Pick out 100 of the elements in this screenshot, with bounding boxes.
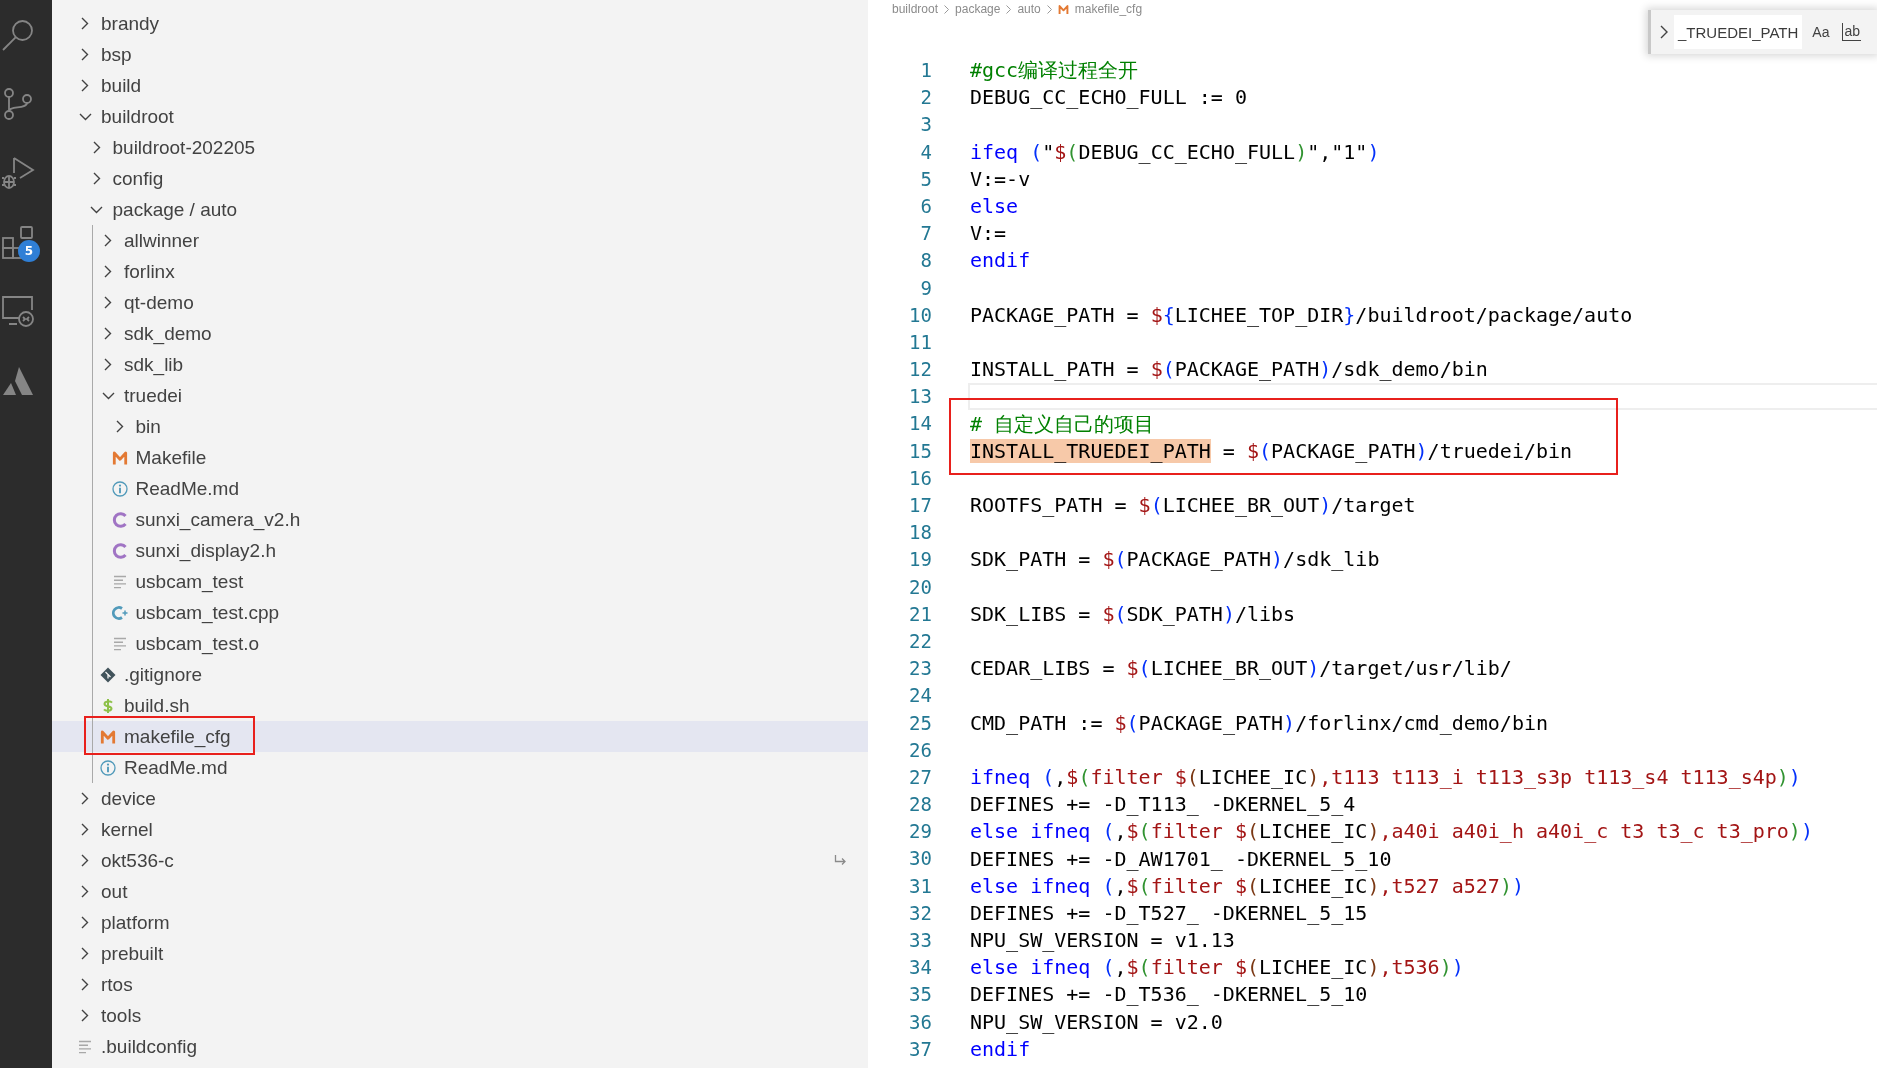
folder-item[interactable]: kernel bbox=[52, 814, 868, 845]
code-line: else bbox=[970, 195, 1019, 219]
line-number: 25 bbox=[908, 710, 932, 736]
file-item[interactable]: usbcam_test bbox=[52, 566, 868, 597]
chevron-right-icon[interactable] bbox=[81, 916, 89, 929]
chevron-right-icon[interactable] bbox=[104, 358, 112, 371]
letter-c-icon bbox=[111, 542, 128, 559]
line-number: 9 bbox=[919, 275, 932, 301]
chevron-right-icon bbox=[944, 4, 950, 14]
line-number: 28 bbox=[908, 792, 932, 818]
line-number: 24 bbox=[908, 683, 932, 709]
chevron-right-icon[interactable] bbox=[81, 48, 89, 61]
line-number: 17 bbox=[908, 493, 932, 518]
letter-c-icon bbox=[111, 511, 128, 528]
chevron-right-icon[interactable] bbox=[81, 854, 89, 867]
file-item[interactable]: sunxi_camera_v2.h bbox=[52, 504, 868, 535]
line-number: 12 bbox=[908, 357, 932, 383]
find-input[interactable]: _TRUEDEI_PATH bbox=[1674, 15, 1803, 49]
chevron-right-icon[interactable] bbox=[104, 327, 112, 340]
breadcrumb-item[interactable]: package bbox=[955, 2, 1001, 16]
folder-item[interactable]: brandy bbox=[52, 8, 868, 39]
folder-item[interactable]: allwinner bbox=[52, 225, 868, 256]
branch-icon[interactable] bbox=[1, 86, 35, 121]
code-line: INSTALL_TRUEDEI_PATH = $(PACKAGE_PATH)/truedei/bin bbox=[970, 439, 1573, 463]
breadcrumb-item[interactable]: makefile_cfg bbox=[1074, 2, 1143, 16]
file-item[interactable]: ReadMe.md bbox=[52, 752, 868, 783]
folder-item[interactable]: bin bbox=[52, 411, 868, 442]
line-number: 34 bbox=[908, 955, 932, 981]
chevron-right-icon[interactable] bbox=[81, 792, 89, 805]
code-line: # 自定义自己的项目 bbox=[970, 412, 1155, 436]
folder-item[interactable]: bsp bbox=[52, 39, 868, 70]
folder-item[interactable]: forlinx bbox=[52, 256, 868, 287]
file-item[interactable]: .buildconfig bbox=[52, 1031, 868, 1062]
line-number: 35 bbox=[908, 982, 932, 1008]
diamond-icon bbox=[100, 666, 116, 683]
chevron-right-icon[interactable] bbox=[1660, 25, 1668, 39]
chevron-right-icon[interactable] bbox=[81, 1009, 89, 1022]
folder-item[interactable]: qt-demo bbox=[52, 287, 868, 318]
code-line: INSTALL_PATH = $(PACKAGE_PATH)/sdk_demo/bin bbox=[970, 358, 1488, 382]
folder-item[interactable]: out bbox=[52, 876, 868, 907]
code-line: V:=-v bbox=[970, 167, 1031, 191]
folder-item[interactable]: rtos bbox=[52, 969, 868, 1000]
chevron-right-icon[interactable] bbox=[81, 885, 89, 898]
chevron-right-icon[interactable] bbox=[92, 141, 101, 154]
chevron-right-icon[interactable] bbox=[81, 17, 89, 30]
chevron-right-icon[interactable] bbox=[115, 420, 124, 433]
folder-item[interactable]: okt536-c bbox=[52, 845, 868, 876]
chevron-right-icon[interactable] bbox=[104, 296, 112, 309]
line-number: 16 bbox=[908, 465, 932, 491]
folder-item[interactable]: device bbox=[52, 783, 868, 814]
chevron-right-icon[interactable] bbox=[104, 265, 112, 278]
folder-item[interactable]: sdk_lib bbox=[52, 349, 868, 380]
line-number: 7 bbox=[919, 221, 932, 247]
file-item[interactable]: usbcam_test.o bbox=[52, 628, 868, 659]
chevron-right-icon[interactable] bbox=[92, 172, 101, 185]
match-case-toggle[interactable]: Aa bbox=[1808, 20, 1834, 44]
blocks-icon[interactable] bbox=[1, 224, 35, 259]
folder-item[interactable]: tools bbox=[52, 1000, 868, 1031]
line-number: 8 bbox=[919, 248, 932, 274]
monitor-icon[interactable] bbox=[1, 293, 35, 328]
breadcrumb-item[interactable]: buildroot bbox=[892, 2, 939, 16]
chevron-right-icon[interactable] bbox=[81, 823, 89, 836]
search-icon[interactable] bbox=[1, 17, 35, 52]
text-lines-icon bbox=[111, 573, 128, 590]
line-number: 22 bbox=[908, 628, 932, 654]
file-item[interactable]: .gitignore bbox=[52, 659, 868, 690]
chevron-right-icon[interactable] bbox=[81, 947, 89, 960]
chevron-down-icon[interactable] bbox=[78, 112, 92, 121]
whole-word-toggle[interactable]: ab bbox=[1839, 20, 1864, 44]
chevron-right-icon[interactable] bbox=[81, 79, 89, 92]
folder-item[interactable]: prebuilt bbox=[52, 938, 868, 969]
folder-item[interactable]: sdk_demo bbox=[52, 318, 868, 349]
letter-m-icon bbox=[111, 449, 128, 466]
folder-item[interactable]: platform bbox=[52, 907, 868, 938]
line-number: 3 bbox=[919, 112, 932, 138]
file-item[interactable]: ReadMe.md bbox=[52, 473, 868, 504]
code-line: DEFINES += -D_T536_ -DKERNEL_5_10 bbox=[970, 983, 1368, 1007]
letter-m-icon bbox=[100, 728, 116, 745]
code-line: else ifneq (,$(filter $(LICHEE_IC),a40i a40i_h a40i_c t3 t3_c t3_pro)) bbox=[970, 820, 1813, 844]
chevron-right-icon[interactable] bbox=[81, 978, 89, 991]
folder-item[interactable]: package / auto bbox=[52, 194, 868, 225]
play-bug-icon[interactable] bbox=[1, 155, 35, 190]
folder-item[interactable]: config bbox=[52, 163, 868, 194]
breadcrumb-item[interactable]: auto bbox=[1017, 2, 1041, 16]
file-item[interactable]: build.sh bbox=[52, 690, 868, 721]
file-item[interactable]: Makefile bbox=[52, 442, 868, 473]
code-line: PACKAGE_PATH = ${LICHEE_TOP_DIR}/buildroot/package/auto bbox=[970, 303, 1633, 327]
folder-item[interactable]: buildroot-202205 bbox=[52, 132, 868, 163]
line-number: 20 bbox=[908, 574, 932, 600]
folder-item[interactable]: build bbox=[52, 70, 868, 101]
folder-item[interactable]: buildroot bbox=[52, 101, 868, 132]
code-line: DEBUG_CC_ECHO_FULL := 0 bbox=[970, 86, 1247, 110]
file-item[interactable]: usbcam_test.cpp bbox=[52, 597, 868, 628]
chevron-down-icon[interactable] bbox=[90, 205, 103, 214]
chevron-right-icon[interactable] bbox=[104, 234, 112, 247]
folder-item[interactable]: truedei bbox=[52, 380, 868, 411]
file-item[interactable]: sunxi_display2.h bbox=[52, 535, 868, 566]
line-number: 5 bbox=[919, 166, 932, 192]
code-line: endif bbox=[970, 1037, 1031, 1061]
chevron-down-icon[interactable] bbox=[101, 391, 115, 400]
